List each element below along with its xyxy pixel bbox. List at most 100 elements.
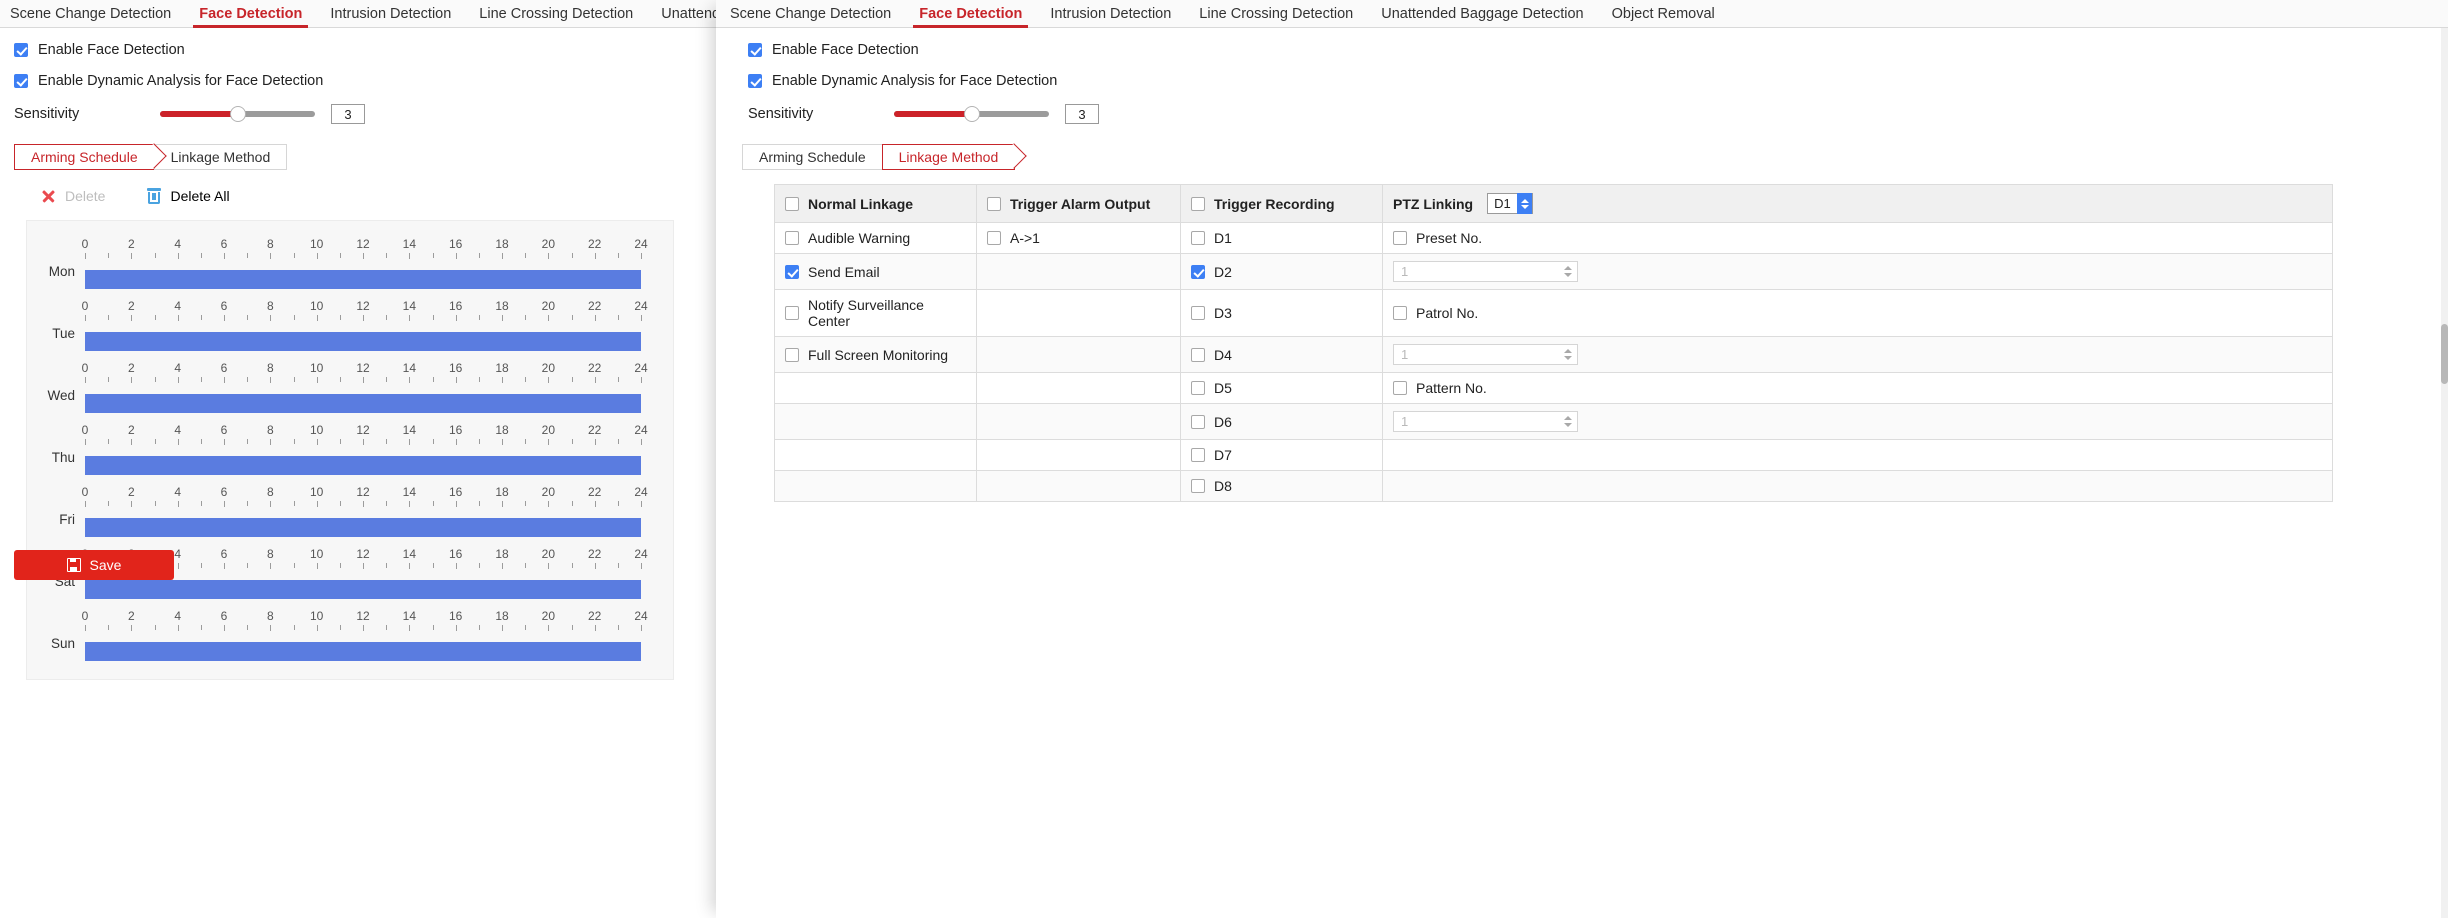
right-sensitivity-slider[interactable] bbox=[894, 106, 1049, 122]
schedule-timeline[interactable]: 024681012141618202224 bbox=[85, 609, 641, 665]
right-sensitivity-value-input[interactable]: 3 bbox=[1065, 104, 1099, 124]
spinner-arrows-icon[interactable] bbox=[1517, 193, 1532, 214]
right-tab-line-crossing-detection[interactable]: Line Crossing Detection bbox=[1199, 7, 1353, 28]
right-enable-face-detection-row[interactable]: Enable Face Detection bbox=[748, 42, 2448, 58]
schedule-time-block[interactable] bbox=[85, 270, 641, 289]
trigger-recording-item-cell[interactable]: D6 bbox=[1181, 404, 1383, 440]
trigger-recording-item-checkbox[interactable] bbox=[1191, 448, 1205, 462]
normal-linkage-select-all-checkbox[interactable] bbox=[785, 197, 799, 211]
schedule-time-block[interactable] bbox=[85, 332, 641, 351]
right-tab-face-detection[interactable]: Face Detection bbox=[919, 7, 1022, 28]
normal-linkage-item-cell[interactable]: Notify Surveillance Center bbox=[775, 290, 977, 337]
delete-button[interactable]: Delete bbox=[40, 188, 105, 204]
trigger-recording-item-checkbox[interactable] bbox=[1191, 265, 1205, 279]
trigger-recording-item-checkbox[interactable] bbox=[1191, 231, 1205, 245]
trigger-recording-item-checkbox[interactable] bbox=[1191, 415, 1205, 429]
enable-dynamic-analysis-checkbox[interactable] bbox=[14, 74, 28, 88]
trigger-recording-item-label: D2 bbox=[1214, 264, 1232, 280]
schedule-hour-tick-label: 24 bbox=[634, 299, 647, 313]
trigger-recording-item-cell[interactable]: D7 bbox=[1181, 440, 1383, 471]
arming-schedule-grid[interactable]: Mon024681012141618202224Tue0246810121416… bbox=[26, 220, 674, 680]
sensitivity-value-input[interactable]: 3 bbox=[331, 104, 365, 124]
right-tab-unattended-baggage-detection[interactable]: Unattended Baggage Detection bbox=[1381, 7, 1583, 28]
ptz-preset-no-checkbox[interactable] bbox=[1393, 231, 1407, 245]
trigger-recording-item-cell[interactable]: D2 bbox=[1181, 254, 1383, 290]
right-tab-scene-change-detection[interactable]: Scene Change Detection bbox=[730, 7, 891, 28]
sub-tab-linkage-method[interactable]: Linkage Method bbox=[154, 144, 288, 170]
trigger-alarm-output-item-cell bbox=[977, 440, 1181, 471]
left-tab-face-detection[interactable]: Face Detection bbox=[199, 7, 302, 28]
ptz-number-input[interactable]: 1 bbox=[1393, 411, 1578, 432]
enable-dynamic-analysis-row[interactable]: Enable Dynamic Analysis for Face Detecti… bbox=[14, 73, 730, 89]
normal-linkage-item-checkbox[interactable] bbox=[785, 348, 799, 362]
schedule-timeline[interactable]: 024681012141618202224 bbox=[85, 361, 641, 417]
ptz-linking-item-label: Pattern No. bbox=[1416, 380, 1487, 396]
left-tab-scene-change-detection[interactable]: Scene Change Detection bbox=[10, 7, 171, 28]
trigger-recording-item-checkbox[interactable] bbox=[1191, 348, 1205, 362]
schedule-day-row: Wed024681012141618202224 bbox=[27, 355, 673, 417]
schedule-timeline[interactable]: 024681012141618202224 bbox=[85, 485, 641, 541]
right-sub-tab-linkage-method[interactable]: Linkage Method bbox=[882, 144, 1016, 170]
trigger-recording-item-checkbox[interactable] bbox=[1191, 306, 1205, 320]
trigger-recording-select-all-checkbox[interactable] bbox=[1191, 197, 1205, 211]
sub-tab-arming-schedule[interactable]: Arming Schedule bbox=[14, 144, 154, 170]
ptz-channel-select[interactable]: D1 bbox=[1487, 193, 1533, 214]
trigger-recording-item-checkbox[interactable] bbox=[1191, 479, 1205, 493]
stepper-arrows-icon[interactable] bbox=[1564, 262, 1572, 281]
trigger-recording-item-checkbox[interactable] bbox=[1191, 381, 1205, 395]
ptz-number-input[interactable]: 1 bbox=[1393, 261, 1578, 282]
left-tab-line-crossing-detection[interactable]: Line Crossing Detection bbox=[479, 7, 633, 28]
normal-linkage-item-checkbox[interactable] bbox=[785, 306, 799, 320]
right-enable-face-detection-checkbox[interactable] bbox=[748, 43, 762, 57]
trigger-alarm-output-item-checkbox[interactable] bbox=[987, 231, 1001, 245]
left-tab-intrusion-detection[interactable]: Intrusion Detection bbox=[330, 7, 451, 28]
enable-face-detection-row[interactable]: Enable Face Detection bbox=[14, 42, 730, 58]
schedule-hour-tick-label: 10 bbox=[310, 423, 323, 437]
ptz-number-input[interactable]: 1 bbox=[1393, 344, 1578, 365]
slider-knob[interactable] bbox=[230, 106, 246, 122]
save-button[interactable]: Save bbox=[14, 550, 174, 580]
schedule-hour-tick-label: 20 bbox=[542, 237, 555, 251]
right-enable-dynamic-analysis-row[interactable]: Enable Dynamic Analysis for Face Detecti… bbox=[748, 73, 2448, 89]
stepper-arrows-icon[interactable] bbox=[1564, 345, 1572, 364]
normal-linkage-item-cell[interactable]: Audible Warning bbox=[775, 223, 977, 254]
tab-label: Unattended Baggage Detection bbox=[1381, 6, 1583, 22]
enable-face-detection-checkbox[interactable] bbox=[14, 43, 28, 57]
vertical-scrollbar[interactable] bbox=[2441, 28, 2448, 918]
schedule-timeline[interactable]: 024681012141618202224 bbox=[85, 299, 641, 355]
ptz-patrol-no-checkbox[interactable] bbox=[1393, 306, 1407, 320]
trigger-alarm-output-item-cell[interactable]: A->1 bbox=[977, 223, 1181, 254]
ptz-pattern-no-checkbox[interactable] bbox=[1393, 381, 1407, 395]
normal-linkage-item-cell[interactable]: Full Screen Monitoring bbox=[775, 337, 977, 373]
delete-all-button[interactable]: Delete All bbox=[147, 188, 229, 204]
trigger-recording-item-label: D5 bbox=[1214, 380, 1232, 396]
sensitivity-slider[interactable] bbox=[160, 106, 315, 122]
right-tab-object-removal[interactable]: Object Removal bbox=[1612, 7, 1715, 28]
schedule-timeline[interactable]: 024681012141618202224 bbox=[85, 237, 641, 293]
schedule-time-block[interactable] bbox=[85, 394, 641, 413]
schedule-time-block[interactable] bbox=[85, 580, 641, 599]
right-enable-dynamic-analysis-checkbox[interactable] bbox=[748, 74, 762, 88]
normal-linkage-item-cell[interactable]: Send Email bbox=[775, 254, 977, 290]
schedule-time-block[interactable] bbox=[85, 456, 641, 475]
schedule-time-block[interactable] bbox=[85, 518, 641, 537]
normal-linkage-item-checkbox[interactable] bbox=[785, 265, 799, 279]
trigger-recording-item-cell[interactable]: D4 bbox=[1181, 337, 1383, 373]
scrollbar-thumb[interactable] bbox=[2441, 324, 2448, 384]
trigger-alarm-output-select-all-checkbox[interactable] bbox=[987, 197, 1001, 211]
normal-linkage-item-checkbox[interactable] bbox=[785, 231, 799, 245]
right-sub-tab-arming-schedule[interactable]: Arming Schedule bbox=[742, 144, 882, 170]
ptz-linking-item-label: Preset No. bbox=[1416, 230, 1482, 246]
right-slider-knob[interactable] bbox=[964, 106, 980, 122]
schedule-hour-tick-label: 4 bbox=[174, 299, 181, 313]
stepper-arrows-icon[interactable] bbox=[1564, 412, 1572, 431]
trigger-recording-item-cell[interactable]: D8 bbox=[1181, 471, 1383, 502]
left-tabbar: Scene Change Detection Face Detection Intr… bbox=[0, 0, 730, 28]
trigger-recording-item-cell[interactable]: D5 bbox=[1181, 373, 1383, 404]
schedule-timeline[interactable]: 024681012141618202224 bbox=[85, 423, 641, 479]
right-tab-intrusion-detection[interactable]: Intrusion Detection bbox=[1050, 7, 1171, 28]
trigger-recording-item-cell[interactable]: D1 bbox=[1181, 223, 1383, 254]
schedule-hour-tick-label: 10 bbox=[310, 547, 323, 561]
schedule-time-block[interactable] bbox=[85, 642, 641, 661]
trigger-recording-item-cell[interactable]: D3 bbox=[1181, 290, 1383, 337]
